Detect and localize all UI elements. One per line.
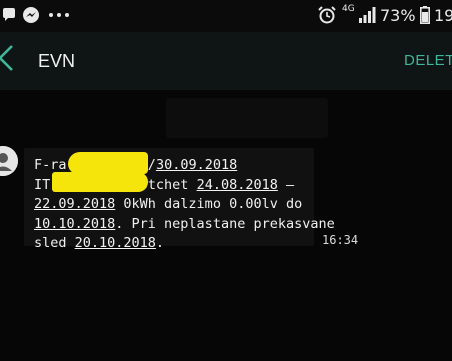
msg-date-link[interactable]: 24.08.2018	[197, 177, 278, 193]
msg-line2-end: –	[277, 176, 295, 193]
alarm-icon	[318, 6, 336, 24]
msg-line5-end: .	[155, 235, 165, 251]
battery-percent: 73%	[380, 6, 416, 25]
msg-date-link[interactable]: 30.09.2018	[156, 157, 237, 173]
more-dots-icon	[49, 13, 69, 17]
battery-icon	[420, 6, 430, 24]
msg-line2-prefix: IT	[34, 176, 51, 193]
network-type: 4G	[342, 4, 355, 14]
chat-bubble-icon	[3, 8, 15, 21]
signal-icon	[359, 7, 376, 23]
msg-line4-text: . Pri neplastane prekasvane	[115, 215, 335, 232]
status-bar: 4G 73% 19	[0, 0, 452, 32]
msg-line1-suffix: /	[147, 157, 156, 173]
msg-line1-prefix: F-ra	[34, 157, 67, 173]
clock: 19	[434, 6, 452, 25]
redaction-mark	[52, 172, 148, 192]
message-timestamp: 16:34	[322, 233, 359, 247]
messenger-icon	[23, 7, 39, 23]
msg-line3-text: 0kWh dalzimo 0.00lv do	[115, 196, 303, 212]
conversation-title: EVN	[38, 51, 76, 71]
date-header-area	[166, 98, 328, 138]
msg-date-link[interactable]: 22.09.2018	[34, 196, 115, 212]
msg-line5-text: sled	[34, 235, 75, 251]
msg-line2-suffix: otchet	[139, 176, 197, 193]
back-arrow-icon[interactable]	[0, 44, 18, 72]
redaction-mark	[68, 152, 148, 174]
delete-button[interactable]: DELETE	[404, 52, 452, 69]
msg-date-link[interactable]: 10.10.2018	[34, 216, 115, 232]
msg-date-link[interactable]: 20.10.2018	[75, 235, 156, 251]
